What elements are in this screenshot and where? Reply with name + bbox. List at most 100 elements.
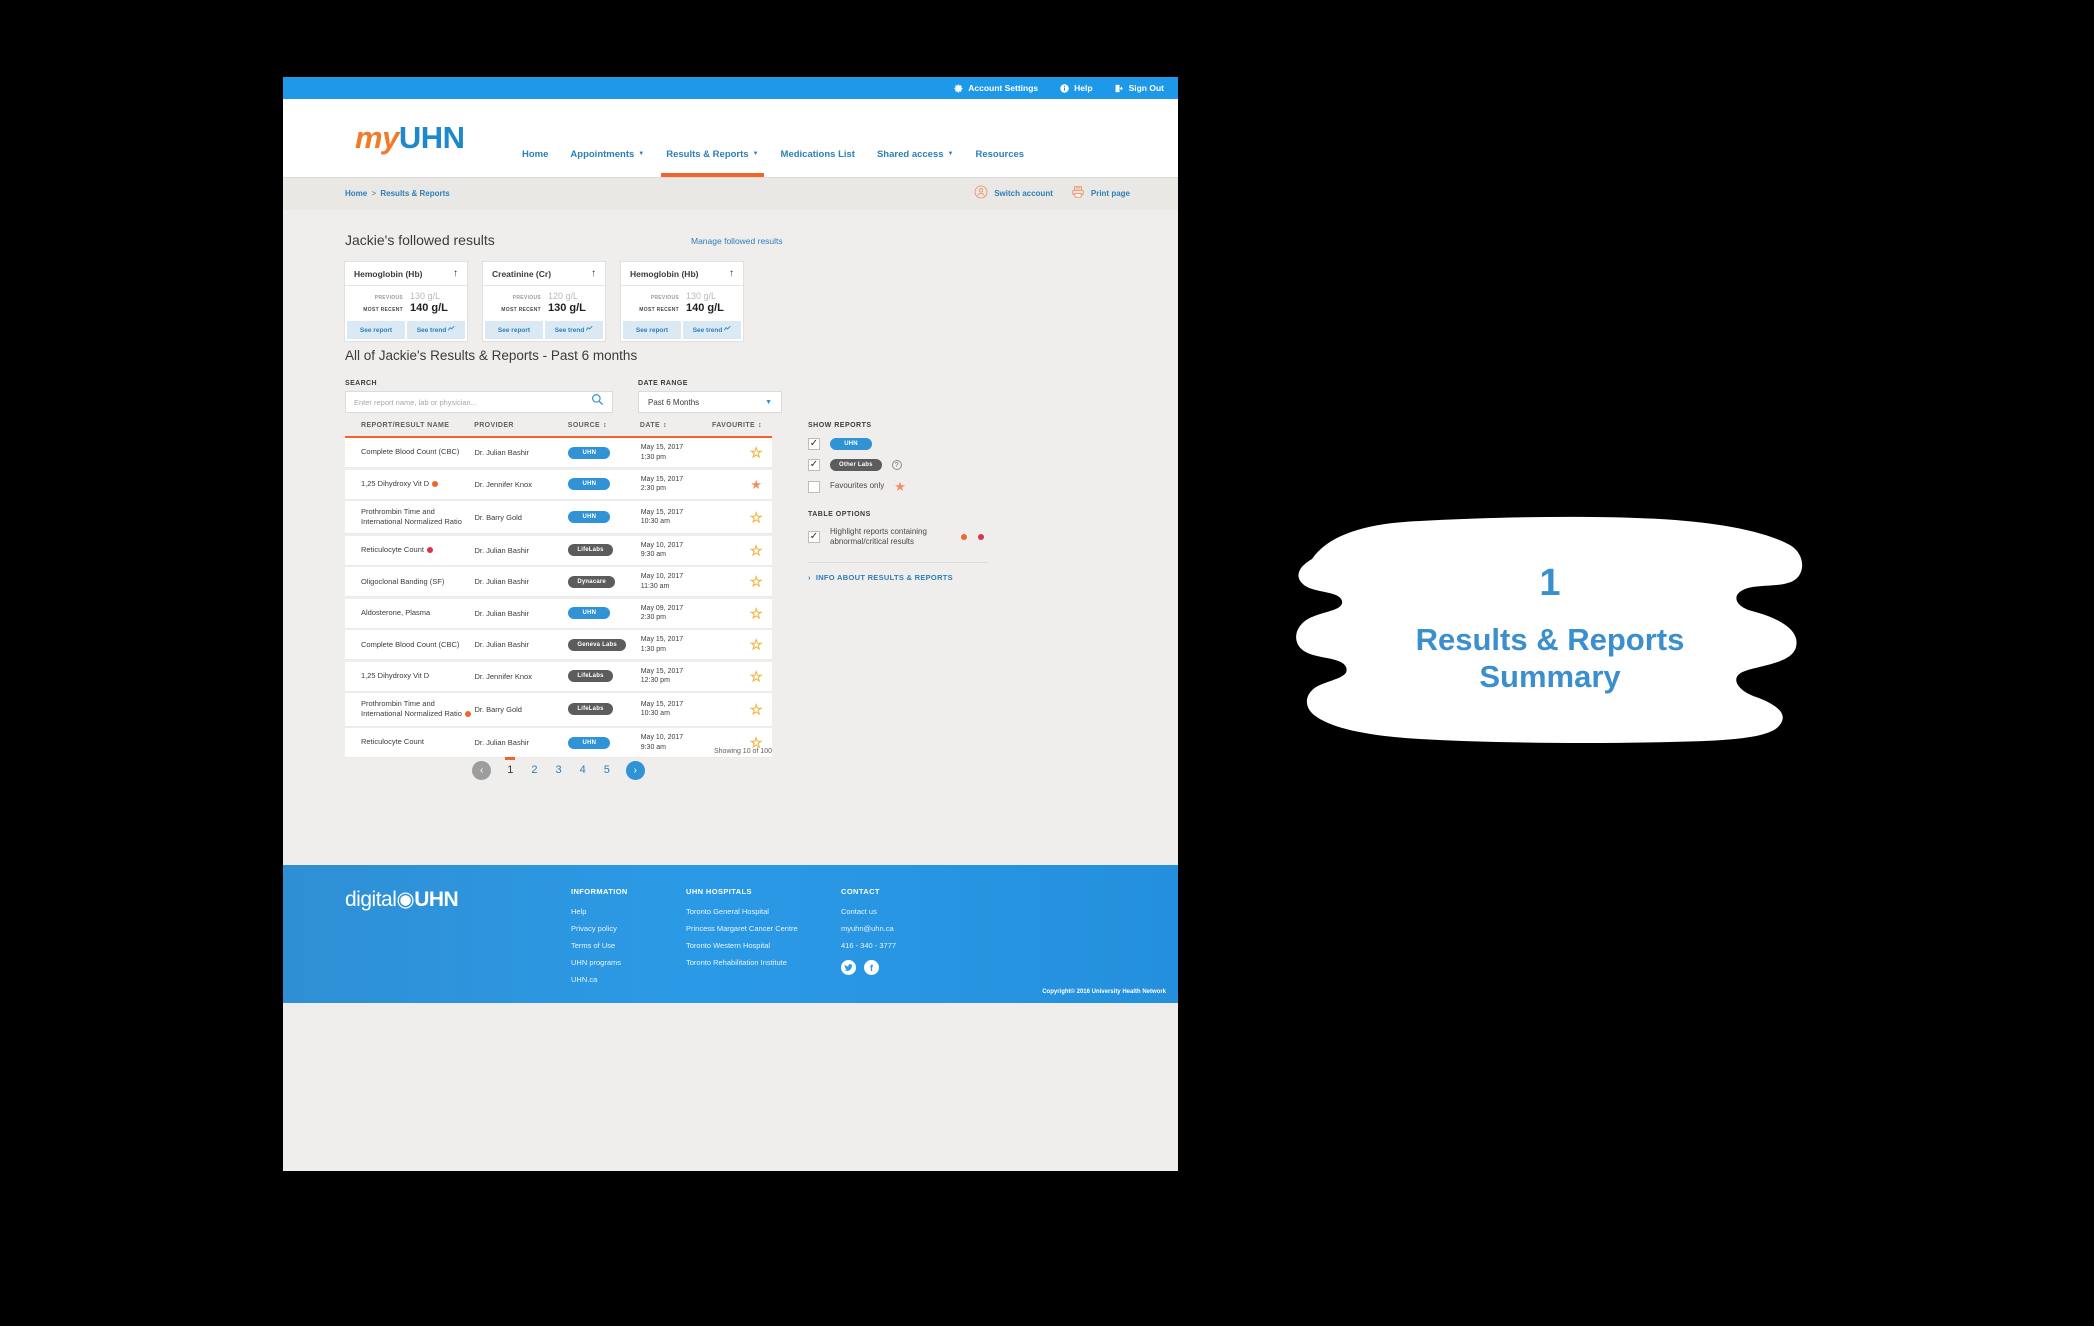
- footer-link[interactable]: Privacy policy: [571, 924, 686, 933]
- table-row[interactable]: Aldosterone, Plasma Dr. Julian Bashir UHN M…: [345, 598, 772, 629]
- column-header-date[interactable]: DATE ↕: [640, 422, 716, 429]
- star-outline-icon[interactable]: ★: [750, 543, 763, 557]
- footer-link[interactable]: Contact us: [841, 907, 991, 916]
- nav-item-shared-access[interactable]: Shared access ▼: [866, 149, 965, 177]
- footer-link[interactable]: UHN.ca: [571, 975, 686, 984]
- filter-favourites-only[interactable]: Favourites only ★: [808, 480, 988, 493]
- badge-uhn: UHN: [568, 607, 611, 620]
- filter-other-labs[interactable]: ✓ Other Labs ?: [808, 459, 988, 471]
- footer-link[interactable]: Toronto Western Hospital: [686, 941, 841, 950]
- help-question-icon[interactable]: ?: [891, 460, 902, 470]
- star-outline-icon[interactable]: ★: [750, 702, 763, 716]
- info-about-results-link[interactable]: › INFO ABOUT RESULTS & REPORTS: [808, 573, 988, 582]
- see-report-button[interactable]: See report: [623, 321, 681, 339]
- date-range-select[interactable]: Past 6 Months ▼: [638, 391, 782, 413]
- cell-favourite[interactable]: ★: [717, 478, 772, 491]
- filter-uhn[interactable]: ✓ UHN: [808, 438, 988, 450]
- sign-out-link[interactable]: Sign Out: [1115, 83, 1164, 93]
- star-outline-icon[interactable]: ★: [750, 510, 763, 524]
- cell-date: May 09, 2017 2:30 pm: [641, 604, 717, 623]
- footer-email[interactable]: myuhn@uhn.ca: [841, 924, 991, 933]
- star-outline-icon[interactable]: ★: [750, 638, 763, 652]
- checkbox-other-labs[interactable]: ✓: [808, 459, 820, 471]
- facebook-icon[interactable]: f: [864, 960, 879, 975]
- cell-favourite[interactable]: ★: [717, 606, 772, 620]
- info-link-label: INFO ABOUT RESULTS & REPORTS: [815, 572, 953, 582]
- cell-favourite[interactable]: ★: [717, 702, 772, 716]
- nav-item-home[interactable]: Home: [511, 149, 559, 177]
- pagination-page-3[interactable]: 3: [553, 760, 563, 780]
- cell-favourite[interactable]: ★: [717, 446, 772, 460]
- cell-favourite[interactable]: ★: [717, 575, 772, 589]
- table-row[interactable]: Reticulocyte Count Dr. Julian Bashir LifeL…: [345, 535, 772, 566]
- footer-link[interactable]: UHN programs: [571, 958, 686, 967]
- pagination-page-1[interactable]: 1: [505, 757, 516, 780]
- gear-icon: [954, 84, 963, 93]
- pagination-page-2[interactable]: 2: [529, 760, 539, 780]
- option-highlight-abnormal[interactable]: ✓ Highlight reports containing abnormal/…: [808, 527, 988, 548]
- column-header-favourite[interactable]: FAVOURITE ↕: [712, 422, 772, 429]
- see-report-button[interactable]: See report: [347, 321, 405, 339]
- card-previous-row: PREVIOUS 130 g/L: [354, 291, 458, 301]
- star-outline-icon[interactable]: ★: [750, 446, 763, 460]
- help-link[interactable]: Help: [1060, 83, 1093, 93]
- followed-result-card[interactable]: Hemoglobin (Hb) ↑ PREVIOUS 130 g/L MOST …: [621, 262, 743, 341]
- sort-icon[interactable]: ↕: [603, 422, 607, 429]
- table-row[interactable]: 1,25 Dihydroxy Vit D Dr. Jennifer Knox UHN…: [345, 469, 772, 500]
- nav-item-medications-list[interactable]: Medications List: [770, 149, 866, 177]
- cell-favourite[interactable]: ★: [717, 638, 772, 652]
- switch-account-button[interactable]: Switch account: [974, 185, 1053, 201]
- checkbox-highlight-abnormal[interactable]: ✓: [808, 531, 820, 544]
- search-box[interactable]: [345, 391, 613, 413]
- myuhn-logo[interactable]: myUHN: [355, 122, 465, 153]
- search-input[interactable]: [354, 397, 591, 407]
- nav-item-results-reports[interactable]: Results & Reports ▼: [655, 149, 769, 177]
- table-row[interactable]: Complete Blood Count (CBC) Dr. Julian Bas…: [345, 438, 772, 468]
- sort-icon[interactable]: ↕: [758, 422, 762, 429]
- nav-item-appointments[interactable]: Appointments ▼: [559, 149, 655, 177]
- cell-favourite[interactable]: ★: [717, 543, 772, 557]
- user-circle-icon: [974, 185, 988, 201]
- print-page-button[interactable]: Print page: [1071, 185, 1130, 201]
- cell-favourite[interactable]: ★: [717, 510, 772, 524]
- star-outline-icon[interactable]: ★: [750, 606, 763, 620]
- table-row[interactable]: Prothrombin Time and International Norma…: [345, 501, 772, 535]
- nav-item-resources[interactable]: Resources: [964, 149, 1035, 177]
- search-icon[interactable]: [591, 393, 604, 411]
- table-row[interactable]: Prothrombin Time and International Norma…: [345, 693, 772, 727]
- see-trend-button[interactable]: See trend: [407, 321, 465, 339]
- breadcrumb-home[interactable]: Home: [345, 189, 367, 198]
- footer-link[interactable]: Princess Margaret Cancer Centre: [686, 924, 841, 933]
- footer-link[interactable]: Help: [571, 907, 686, 916]
- see-trend-button[interactable]: See trend: [683, 321, 741, 339]
- followed-result-card[interactable]: Hemoglobin (Hb) ↑ PREVIOUS 130 g/L MOST …: [345, 262, 467, 341]
- table-row[interactable]: Oligoclonal Banding (SF) Dr. Julian Bashi…: [345, 567, 772, 598]
- star-outline-icon[interactable]: ★: [750, 669, 763, 683]
- column-header-provider: PROVIDER: [474, 422, 514, 429]
- cell-favourite[interactable]: ★: [717, 669, 772, 683]
- pagination-prev-button[interactable]: ‹: [472, 760, 492, 780]
- pagination-page-5[interactable]: 5: [602, 760, 612, 780]
- checkbox-favourites-only[interactable]: [808, 480, 820, 493]
- annotation-callout: 1 Results & Reports Summary: [1290, 515, 1810, 745]
- date-range-label: DATE RANGE: [638, 380, 688, 387]
- star-filled-icon[interactable]: ★: [750, 478, 762, 491]
- manage-followed-results-link[interactable]: Manage followed results: [691, 236, 783, 246]
- checkbox-uhn[interactable]: ✓: [808, 438, 820, 450]
- table-row[interactable]: 1,25 Dihydroxy Vit D Dr. Jennifer Knox Lif…: [345, 661, 772, 692]
- pagination-page-4[interactable]: 4: [578, 760, 588, 780]
- footer-link[interactable]: Toronto General Hospital: [686, 907, 841, 916]
- star-outline-icon[interactable]: ★: [750, 575, 763, 589]
- followed-result-card[interactable]: Creatinine (Cr) ↑ PREVIOUS 120 g/L MOST …: [483, 262, 605, 341]
- pagination-next-button[interactable]: ›: [625, 760, 645, 780]
- see-trend-button[interactable]: See trend: [545, 321, 603, 339]
- see-report-button[interactable]: See report: [485, 321, 543, 339]
- table-row[interactable]: Complete Blood Count (CBC) Dr. Julian Bas…: [345, 630, 772, 661]
- footer-link[interactable]: Terms of Use: [571, 941, 686, 950]
- sort-icon[interactable]: ↕: [663, 422, 667, 429]
- twitter-icon[interactable]: [841, 960, 856, 975]
- account-settings-link[interactable]: Account Settings: [954, 83, 1038, 93]
- footer-link[interactable]: Toronto Rehabilitation Institute: [686, 958, 841, 967]
- card-header: Hemoglobin (Hb) ↑: [621, 262, 743, 286]
- column-header-source[interactable]: SOURCE ↕: [568, 422, 640, 429]
